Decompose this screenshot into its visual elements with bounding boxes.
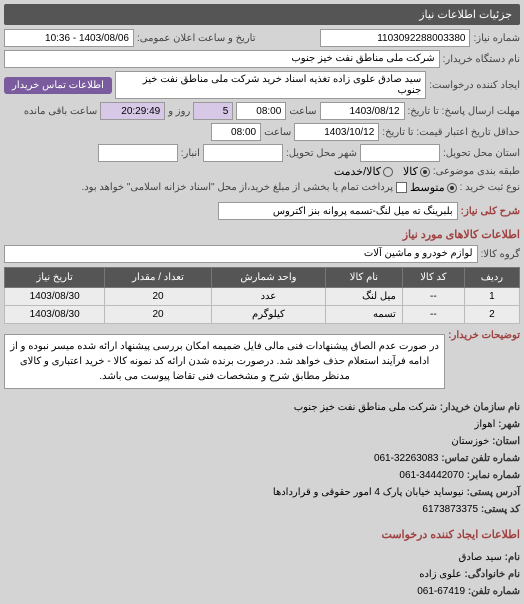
announce-value: 1403/08/06 - 10:36 — [4, 29, 134, 47]
tel-value: 32263083-061 — [374, 453, 439, 464]
org-city-label: شهر: — [498, 419, 520, 430]
announce-label: تاریخ و ساعت اعلان عمومی: — [137, 33, 256, 44]
addr-label: آدرس پستی: — [467, 487, 520, 498]
deadline-label: مهلت ارسال پاسخ: تا تاریخ: — [408, 106, 520, 117]
floor-label: انبار: — [181, 148, 200, 159]
remain-label: ساعت باقی مانده — [24, 106, 97, 117]
pay-note: پرداخت تمام یا بخشی از مبلغ خرید،از محل … — [81, 182, 393, 193]
pay-checkbox[interactable] — [396, 182, 407, 193]
post-value: 6173873375 — [422, 504, 478, 515]
city-value — [203, 144, 283, 162]
province-label: استان محل تحویل: — [443, 148, 520, 159]
th-code: کد کالا — [402, 268, 464, 288]
cell: کیلوگرم — [211, 306, 325, 324]
cell: 1403/08/30 — [5, 306, 105, 324]
cell: 1 — [464, 288, 519, 306]
fax-value: 34442070-061 — [399, 470, 464, 481]
creator-value: سید صادق علوی زاده تغذیه اسناد خرید شرکت… — [115, 71, 426, 99]
days-label: روز و — [168, 106, 190, 117]
cell: -- — [402, 306, 464, 324]
creator-section-title: اطلاعات ایجاد کننده درخواست — [4, 526, 520, 545]
tel-label: شماره تلفن تماس: — [441, 453, 520, 464]
cell: 20 — [105, 306, 212, 324]
days-count: 5 — [193, 102, 233, 120]
cell: 1403/08/30 — [5, 288, 105, 306]
floor-value — [98, 144, 178, 162]
valid-label: حداقل تاریخ اعتبار قیمت: تا تاریخ: — [382, 127, 520, 138]
th-unit: واحد شمارش — [211, 268, 325, 288]
cell: 2 — [464, 306, 519, 324]
radio-khadamat-label: کالا/خدمت — [334, 165, 381, 178]
device-label: نام دستگاه خریدار: — [443, 54, 520, 65]
province-value — [360, 144, 440, 162]
phone-label: شماره تلفن: — [468, 586, 520, 597]
remain-time: 20:29:49 — [100, 102, 165, 120]
cell: میل لنگ — [326, 288, 403, 306]
goods-table: ردیف کد کالا نام کالا واحد شمارش تعداد /… — [4, 267, 520, 324]
radio-mid-label: متوسط — [410, 181, 445, 194]
lname-value: علوی زاده — [419, 569, 461, 580]
cell: عدد — [211, 288, 325, 306]
cell: 20 — [105, 288, 212, 306]
group-value: لوازم خودرو و ماشین آلات — [4, 245, 478, 263]
deadline-time-label: ساعت — [289, 106, 316, 117]
deadline-time: 08:00 — [236, 102, 286, 120]
radio-kala-label: کالا — [403, 165, 418, 178]
desc-label: توضیحات خریدار: — [448, 330, 520, 341]
post-label: کد پستی: — [481, 504, 520, 515]
contact-button[interactable]: اطلاعات تماس خریدار — [4, 77, 112, 94]
device-value: شرکت ملی مناطق نفت خیز جنوب — [4, 50, 440, 68]
pkg-radio-group: کالا کالا/خدمت — [334, 165, 430, 178]
phone-value: 67419-061 — [417, 586, 465, 597]
creator-label: ایجاد کننده درخواست: — [429, 80, 520, 91]
page-header: جزئیات اطلاعات نیاز — [4, 4, 520, 25]
fax-label: شماره نمابر: — [467, 470, 520, 481]
price-label: نوع ثبت خرید : — [460, 182, 520, 193]
goods-section-title: اطلاعات کالاهای مورد نیاز — [4, 228, 520, 241]
radio-khadamat[interactable]: کالا/خدمت — [334, 165, 393, 178]
org-province-label: استان: — [492, 436, 520, 447]
valid-time-label: ساعت — [264, 127, 291, 138]
group-label: گروه کالا: — [481, 249, 520, 260]
request-no-value: 1103092288003380 — [320, 29, 470, 47]
th-qty: تعداد / مقدار — [105, 268, 212, 288]
valid-date: 1403/10/12 — [294, 123, 379, 141]
radio-mid[interactable]: متوسط — [410, 181, 457, 194]
table-row: 2 -- تسمه کیلوگرم 20 1403/08/30 — [5, 306, 520, 324]
org-value: شرکت ملی مناطق نفت خیز جنوب — [294, 402, 437, 413]
pkg-label: طبقه بندی موضوعی: — [433, 166, 520, 177]
lname-label: نام خانوادگی: — [464, 569, 520, 580]
name-label: نام: — [505, 552, 520, 563]
cell: تسمه — [326, 306, 403, 324]
radio-kala[interactable]: کالا — [403, 165, 430, 178]
th-row: ردیف — [464, 268, 519, 288]
org-city: اهواز — [475, 419, 496, 430]
keyword-label: شرح کلی نیاز: — [461, 206, 520, 217]
desc-value: در صورت عدم الصاق پیشنهادات فنی مالی فای… — [4, 334, 445, 389]
org-label: نام سازمان خریدار: — [440, 402, 520, 413]
request-no-label: شماره نیاز: — [473, 33, 520, 44]
keyword-value: بلبرینگ ته میل لنگ-تسمه پروانه بنز اکترو… — [218, 202, 458, 220]
th-name: نام کالا — [326, 268, 403, 288]
name-value: سید صادق — [459, 552, 502, 563]
th-date: تاریخ نیاز — [5, 268, 105, 288]
valid-time: 08:00 — [211, 123, 261, 141]
deadline-date: 1403/08/12 — [320, 102, 405, 120]
cell: -- — [402, 288, 464, 306]
addr-value: نیوساید خیابان پارک 4 امور حقوقی و قرارد… — [273, 487, 464, 498]
table-row: 1 -- میل لنگ عدد 20 1403/08/30 — [5, 288, 520, 306]
city-label: شهر محل تحویل: — [286, 148, 357, 159]
org-province: خوزستان — [451, 436, 489, 447]
